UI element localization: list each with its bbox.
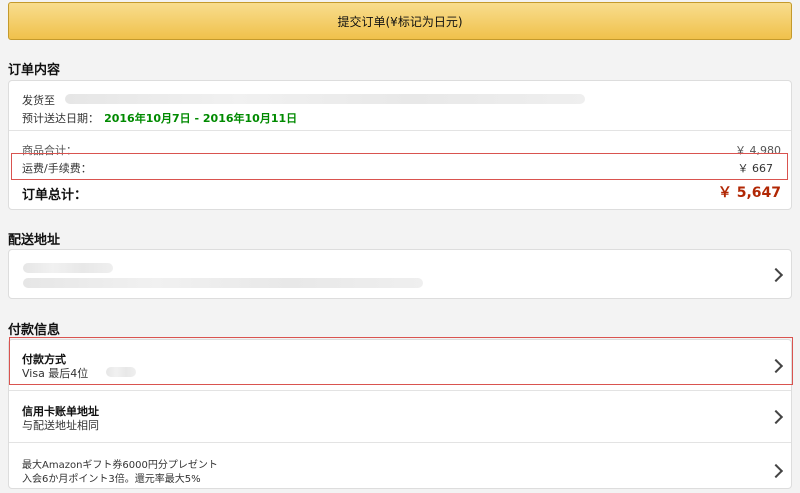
payment-section-title: 付款信息 <box>8 323 61 338</box>
chevron-right-icon <box>768 267 784 283</box>
payment-method-highlight <box>9 337 793 385</box>
chevron-right-icon <box>768 463 784 479</box>
delivery-row: 预计送达日期： 2016年10月7日 - 2016年10月11日 <box>22 107 297 126</box>
shipping-address-row[interactable] <box>8 249 792 299</box>
place-order-label: 提交订单(¥标记为日元) <box>337 14 463 29</box>
shipping-address-section-title: 配送地址 <box>8 233 61 248</box>
billing-address-row[interactable]: 信用卡账单地址 与配送地址相同 <box>9 391 791 441</box>
order-total-value: ￥ 5,647 <box>717 185 781 201</box>
delivery-label: 预计送达日期： <box>22 112 99 125</box>
ship-to-redacted <box>65 94 585 104</box>
order-section-title: 订单内容 <box>8 63 61 78</box>
address-line-redacted <box>23 278 423 288</box>
promo-row[interactable]: 最大Amazonギフト券6000円分プレゼント 入会6か月ポイント3倍。還元率最… <box>9 443 791 489</box>
promo-line-2: 入会6か月ポイント3倍。還元率最大5% <box>22 474 201 485</box>
delivery-dates: 2016年10月7日 - 2016年10月11日 <box>104 112 298 125</box>
chevron-right-icon <box>768 409 784 425</box>
billing-address-value: 与配送地址相同 <box>22 419 99 432</box>
place-order-button[interactable]: 提交订单(¥标记为日元) <box>8 2 792 40</box>
ship-to-label: 发货至 <box>22 94 55 107</box>
promo-line-1: 最大Amazonギフト券6000円分プレゼント <box>22 460 218 471</box>
address-name-redacted <box>23 263 113 273</box>
order-total-label: 订单总计： <box>22 188 88 203</box>
order-summary-card: 发货至 预计送达日期： 2016年10月7日 - 2016年10月11日 商品合… <box>8 80 792 210</box>
divider <box>9 130 791 131</box>
shipping-fee-highlight <box>11 153 788 180</box>
